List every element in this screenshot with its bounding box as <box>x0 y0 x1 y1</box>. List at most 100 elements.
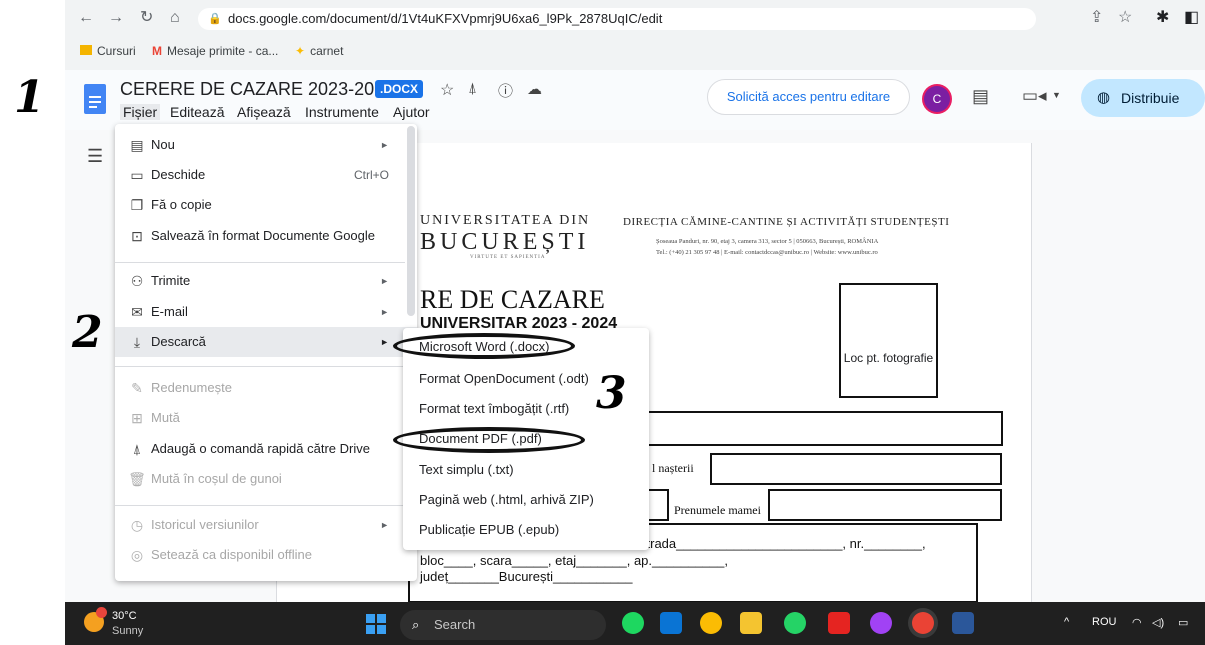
rename-icon: ✎ <box>131 380 143 396</box>
input-language[interactable]: ROU <box>1092 616 1116 628</box>
avatar[interactable]: C <box>924 86 950 112</box>
university-city: BUCUREȘTI <box>420 229 590 255</box>
file-menu-item: ◎ Setează ca disponibil offline <box>115 540 417 570</box>
spotify-icon[interactable] <box>622 612 644 634</box>
file-menu-item-label: Deschide <box>151 167 206 182</box>
file-menu-item[interactable]: ▭ Deschide Ctrl+O <box>115 160 417 190</box>
menu-help[interactable]: Ajutor <box>393 104 430 120</box>
bookmark-carnet[interactable]: ✦ carnet <box>295 42 343 60</box>
file-menu-item[interactable]: ❐ Fă o copie <box>115 190 417 220</box>
drive-shortcut-icon: ⍋ <box>132 441 142 457</box>
gmail-icon: M <box>152 44 162 58</box>
download-format-item[interactable]: Pagină web (.html, arhivă ZIP) <box>403 485 649 515</box>
home-icon[interactable]: ⌂ <box>170 7 180 29</box>
star-doc-icon[interactable]: ☆ <box>440 80 454 100</box>
file-menu-item[interactable]: ▤ Nou ► <box>115 130 417 160</box>
taskbar-search[interactable]: ⌕ Search <box>400 610 606 640</box>
reload-icon[interactable]: ↻ <box>140 7 153 29</box>
directorate-contact: Tel.: (+40) 21 305 97 48 | E-mail: conta… <box>656 249 878 256</box>
file-menu-item[interactable]: ⚇ Trimite ► <box>115 266 417 296</box>
annotation-step-3: 3 <box>596 368 627 419</box>
search-icon: ⌕ <box>412 617 420 632</box>
meet-icon[interactable]: ▭◂ <box>1022 86 1047 106</box>
tray-chevron-icon[interactable]: ^ <box>1064 616 1069 628</box>
document-title[interactable]: CERERE DE CAZARE 2023-2024 <box>120 79 394 100</box>
star-icon[interactable]: ☆ <box>1118 7 1132 29</box>
file-menu-item-label: Setează ca disponibil offline <box>151 547 312 562</box>
download-icon: ⤓ <box>133 334 141 350</box>
file-menu-item-label: Descarcă <box>151 334 206 349</box>
save-icon: ⊡ <box>131 228 143 244</box>
word-icon[interactable] <box>952 612 974 634</box>
chrome-active-icon[interactable] <box>912 612 934 634</box>
windows-start-icon[interactable] <box>366 614 386 634</box>
volume-icon[interactable]: ◁) <box>1152 616 1164 629</box>
move-drive-icon[interactable]: ⍋ <box>468 80 477 97</box>
bookmark-gmail[interactable]: M Mesaje primite - ca... <box>152 42 278 60</box>
submenu-arrow-icon: ► <box>380 276 389 286</box>
docs-logo-icon[interactable] <box>84 84 106 114</box>
forward-icon[interactable]: → <box>108 7 124 29</box>
mail-app-icon[interactable] <box>660 612 682 634</box>
extensions-icon[interactable]: ✱ <box>1156 7 1169 29</box>
shortcut-hint: Ctrl+O <box>353 168 389 182</box>
university-motto: VIRTUTE ET SAPIENTIA <box>470 255 546 260</box>
directorate-address: Șoseaua Panduri, nr. 90, etaj 3, camera … <box>656 238 879 245</box>
chrome-icon[interactable] <box>700 612 722 634</box>
address-bar[interactable]: 🔒 docs.google.com/document/d/1Vt4uKFXVpm… <box>198 8 1036 30</box>
copy-icon: ❐ <box>130 197 144 213</box>
file-menu-item[interactable]: ⤓ Descarcă ► <box>115 327 417 357</box>
file-menu-item-label: Istoricul versiunilor <box>151 517 259 532</box>
submenu-arrow-icon: ► <box>380 520 389 530</box>
outline-icon[interactable]: ☰ <box>87 146 103 167</box>
address-line-3: județ_______București___________ <box>420 569 633 584</box>
globe-icon: ◍ <box>1097 89 1111 106</box>
bookmark-cursuri[interactable]: Cursuri <box>80 42 136 60</box>
file-menu-item-label: Redenumește <box>151 380 232 395</box>
offline-icon: ◎ <box>130 547 144 563</box>
file-menu-item[interactable]: ⍋ Adaugă o comandă rapidă către Drive <box>115 434 417 464</box>
sidepanel-icon[interactable]: ◧ <box>1184 7 1199 29</box>
cloud-status-icon[interactable]: ☁ <box>527 80 542 98</box>
file-menu-item: 🗑 Mută în coșul de gunoi <box>115 464 417 494</box>
whatsapp-icon[interactable] <box>784 612 806 634</box>
mail-icon: ✉ <box>131 304 143 320</box>
share-button[interactable]: ◍ Distribuie <box>1081 79 1205 117</box>
menu-view[interactable]: Afișează <box>237 104 291 120</box>
acrobat-icon[interactable] <box>828 612 850 634</box>
comments-icon[interactable]: ▤ <box>972 86 989 107</box>
file-menu-item-label: Adaugă o comandă rapidă către Drive <box>151 441 370 456</box>
file-menu-item[interactable]: ⊡ Salvează în format Documente Google <box>115 221 417 251</box>
file-explorer-icon[interactable] <box>740 612 762 634</box>
file-menu-item-label: Fă o copie <box>151 197 212 212</box>
history-icon: ◷ <box>130 517 144 533</box>
menu-tools[interactable]: Instrumente <box>305 104 379 120</box>
download-format-item[interactable]: Publicație EPUB (.epub) <box>403 515 649 545</box>
menu-edit[interactable]: Editează <box>170 104 224 120</box>
annotation-oval-pdf <box>393 427 585 453</box>
submenu-arrow-icon: ► <box>380 337 389 347</box>
file-icon: ▤ <box>130 137 144 153</box>
notification-badge <box>96 607 107 618</box>
meet-dropdown-icon[interactable]: ▼ <box>1052 90 1061 100</box>
annotation-step-1: 1 <box>14 72 45 123</box>
share-page-icon[interactable]: ⇪ <box>1090 7 1103 29</box>
form-heading: RE DE CAZARE <box>420 285 605 314</box>
battery-icon[interactable]: ▭ <box>1178 616 1188 629</box>
wifi-icon[interactable]: ◠ <box>1132 616 1142 629</box>
mother-label: Prenumele mamei <box>674 503 761 517</box>
back-icon[interactable]: ← <box>78 7 94 29</box>
file-menu-item-label: Mută în coșul de gunoi <box>151 471 282 486</box>
download-format-item[interactable]: Text simplu (.txt) <box>403 455 649 485</box>
photo-placeholder: Loc pt. fotografie <box>839 283 938 398</box>
info-icon[interactable]: ⓘ <box>498 80 513 101</box>
docx-badge: .DOCX <box>375 80 424 98</box>
chrome-profile-icon[interactable] <box>870 612 892 634</box>
menu-divider <box>115 505 405 506</box>
directorate-title: DIRECȚIA CĂMINE-CANTINE ȘI ACTIVITĂȚI ST… <box>623 216 950 228</box>
request-edit-access-button[interactable]: Solicită acces pentru editare <box>707 79 910 115</box>
file-menu-item[interactable]: ✉ E-mail ► <box>115 297 417 327</box>
address-line-2: bloc____, scara_____, etaj_______, ap.__… <box>420 553 728 568</box>
menu-file[interactable]: Fișier <box>120 104 161 120</box>
url-text: docs.google.com/document/d/1Vt4uKFXVpmrj… <box>228 11 663 26</box>
